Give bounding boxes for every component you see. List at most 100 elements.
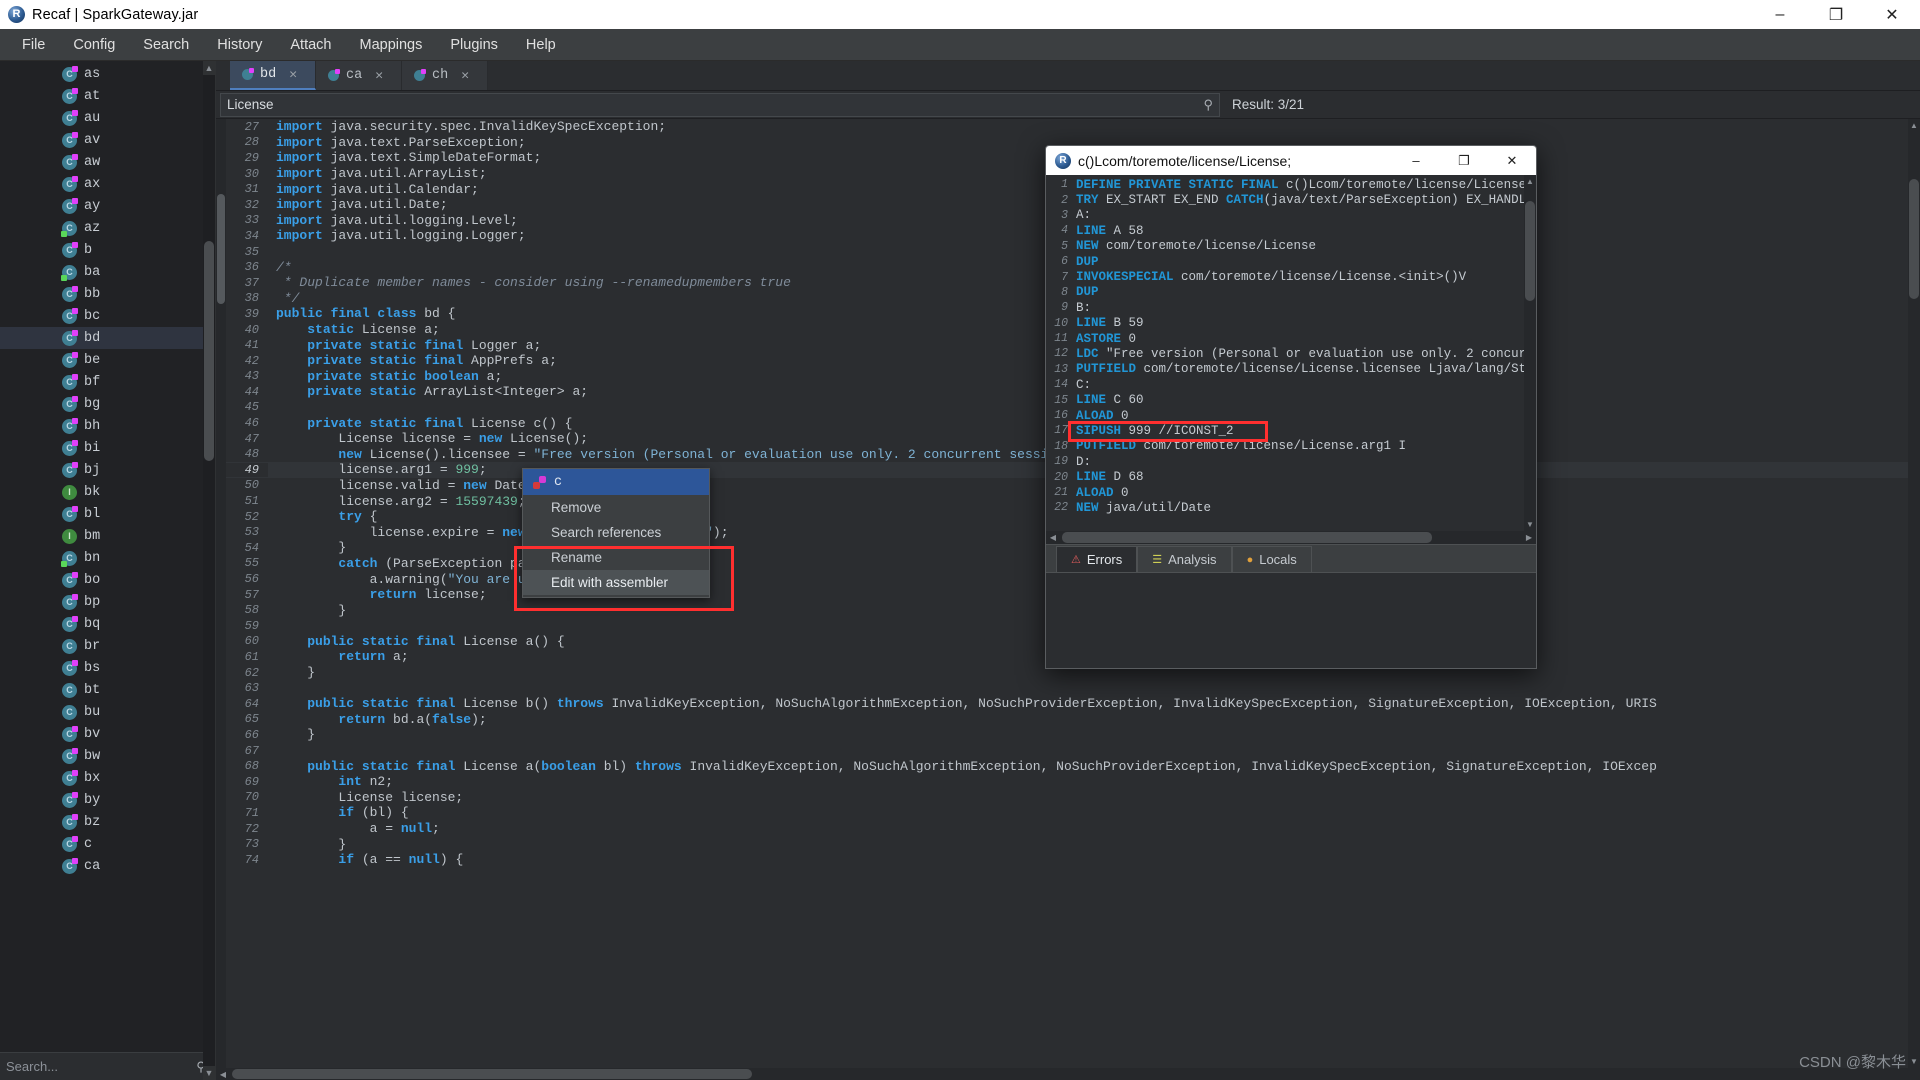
editor-tab-ca[interactable]: ca ✕ [316,61,402,90]
code-text[interactable]: License license = new License(); [268,431,588,446]
tree-item-bp[interactable]: Cbp [0,591,215,613]
bytecode-editor[interactable]: 1 DEFINE PRIVATE STATIC FINAL c()Lcom/tor… [1046,175,1536,531]
context-menu-item-search-references[interactable]: Search references [523,520,709,545]
context-menu-item-edit-with-assembler[interactable]: Edit with assembler [523,570,709,595]
member-context-menu[interactable]: c Remove Search references Rename Edit with… [522,468,710,598]
code-text[interactable]: private static boolean a; [268,369,502,384]
close-icon[interactable]: ✕ [289,67,297,82]
code-text[interactable]: public static final License b() throws I… [268,696,1657,711]
code-line[interactable]: 15 LINE C 60 [1046,392,1524,407]
tree-item-bb[interactable]: Cbb [0,283,215,305]
code-text[interactable]: } [268,665,315,680]
code-text[interactable]: LINE B 59 [1076,316,1144,330]
assembler-tab-errors[interactable]: ⚠ Errors [1056,546,1138,572]
code-text[interactable]: import java.text.ParseException; [268,135,526,150]
minimize-button[interactable]: – [1752,0,1808,29]
class-tree[interactable]: Cas Cat Cau Cav Caw Cax Cay Caz Cb Cba Cbb Cbc Cbd Cb… [0,61,215,1052]
tree-item-bu[interactable]: Cbu [0,701,215,723]
tree-item-az[interactable]: Caz [0,217,215,239]
code-text[interactable]: if (a == null) { [268,852,463,867]
code-text[interactable]: if (bl) { [268,805,408,820]
assembler-tab-locals[interactable]: ● Locals [1231,546,1312,572]
code-line[interactable]: 5 NEW com/toremote/license/License [1046,239,1524,254]
code-line[interactable]: 4 LINE A 58 [1046,223,1524,238]
code-text[interactable]: private static final Logger a; [268,338,541,353]
code-line[interactable]: 10 LINE B 59 [1046,316,1524,331]
code-line[interactable]: 74 if (a == null) { [226,852,1908,868]
tree-item-bm[interactable]: Ibm [0,525,215,547]
code-text[interactable]: TRY EX_START EX_END CATCH(java/text/Pars… [1076,193,1524,207]
code-text[interactable]: license.arg2 = 15597439; [268,494,525,509]
scroll-down-arrow-icon[interactable]: ▼ [1908,1055,1920,1068]
scrollbar-thumb[interactable] [204,241,214,461]
code-text[interactable]: NEW com/toremote/license/License [1076,239,1316,253]
code-text[interactable]: static License a; [268,322,440,337]
assembler-horizontal-scrollbar[interactable]: ◀ ▶ [1046,531,1536,544]
code-text[interactable]: new License().licensee = "Free version (… [268,447,1095,462]
code-line[interactable]: 16 ALOAD 0 [1046,408,1524,423]
code-line[interactable]: 17 SIPUSH 999 //ICONST_2 [1046,423,1524,438]
code-line[interactable]: 73 } [226,836,1908,852]
tree-item-bk[interactable]: Ibk [0,481,215,503]
assembler-vertical-scrollbar[interactable]: ▲ ▼ [1524,175,1536,531]
tree-item-bn[interactable]: Cbn [0,547,215,569]
code-text[interactable]: SIPUSH 999 //ICONST_2 [1076,424,1234,438]
code-text[interactable]: public static final License a(boolean bl… [268,759,1657,774]
menu-item-plugins[interactable]: Plugins [436,29,512,61]
code-text[interactable]: } [268,727,315,742]
code-text[interactable]: ALOAD 0 [1076,486,1129,500]
code-text[interactable]: DEFINE PRIVATE STATIC FINAL c()Lcom/tore… [1076,178,1524,192]
code-text[interactable]: license.arg1 = 999; [268,462,486,477]
code-text[interactable]: B: [1076,301,1091,315]
tree-item-bw[interactable]: Cbw [0,745,215,767]
scroll-down-arrow-icon[interactable]: ▼ [203,1066,215,1080]
find-input-box[interactable]: License ⚲ [220,92,1220,117]
tree-item-bx[interactable]: Cbx [0,767,215,789]
tree-item-ay[interactable]: Cay [0,195,215,217]
close-button[interactable]: ✕ [1864,0,1920,29]
code-line[interactable]: 63 [226,680,1908,696]
code-text[interactable]: ASTORE 0 [1076,332,1136,346]
code-line[interactable]: 1 DEFINE PRIVATE STATIC FINAL c()Lcom/tor… [1046,177,1524,192]
scroll-right-arrow-icon[interactable]: ▶ [1522,531,1536,544]
tree-item-au[interactable]: Cau [0,107,215,129]
code-line[interactable]: 64 public static final License b() throw… [226,696,1908,712]
code-line[interactable]: 65 return bd.a(false); [226,712,1908,728]
context-menu-item-rename[interactable]: Rename [523,545,709,570]
code-text[interactable]: int n2; [268,774,393,789]
assembler-tab-analysis[interactable]: ☰ Analysis [1137,546,1232,572]
tree-item-be[interactable]: Cbe [0,349,215,371]
code-text[interactable]: import java.text.SimpleDateFormat; [268,150,541,165]
code-line[interactable]: 14 C: [1046,377,1524,392]
menu-item-mappings[interactable]: Mappings [345,29,436,61]
scroll-up-arrow-icon[interactable]: ▲ [1908,119,1920,132]
code-text[interactable]: try { [268,509,377,524]
code-line[interactable]: 3 A: [1046,208,1524,223]
magnifier-icon[interactable]: ⚲ [1203,97,1213,113]
scroll-left-arrow-icon[interactable]: ◀ [216,1070,230,1079]
scroll-left-arrow-icon[interactable]: ◀ [1046,531,1060,544]
code-text[interactable]: import java.security.spec.InvalidKeySpec… [268,119,666,134]
code-text[interactable]: import java.util.logging.Logger; [268,228,526,243]
tree-item-by[interactable]: Cby [0,789,215,811]
code-line[interactable]: 69 int n2; [226,774,1908,790]
tree-item-bo[interactable]: Cbo [0,569,215,591]
code-line[interactable]: 72 a = null; [226,821,1908,837]
code-text[interactable]: /* [268,260,292,275]
tree-item-av[interactable]: Cav [0,129,215,151]
search-input[interactable]: Search... [6,1059,193,1074]
code-line[interactable]: 27 import java.security.spec.InvalidKeySp… [226,119,1908,135]
tree-item-bj[interactable]: Cbj [0,459,215,481]
editor-vertical-scrollbar[interactable]: ▲ ▼ [1908,119,1920,1068]
code-line[interactable]: 18 PUTFIELD com/toremote/license/License.… [1046,439,1524,454]
code-text[interactable]: LINE C 60 [1076,393,1144,407]
tree-item-br[interactable]: Cbr [0,635,215,657]
tree-item-bq[interactable]: Cbq [0,613,215,635]
code-text[interactable]: import java.util.ArrayList; [268,166,487,181]
code-text[interactable]: License license; [268,790,463,805]
code-text[interactable]: DUP [1076,285,1099,299]
code-line[interactable]: 66 } [226,727,1908,743]
tree-item-aw[interactable]: Caw [0,151,215,173]
code-line[interactable]: 67 [226,743,1908,759]
code-text[interactable]: D: [1076,455,1091,469]
